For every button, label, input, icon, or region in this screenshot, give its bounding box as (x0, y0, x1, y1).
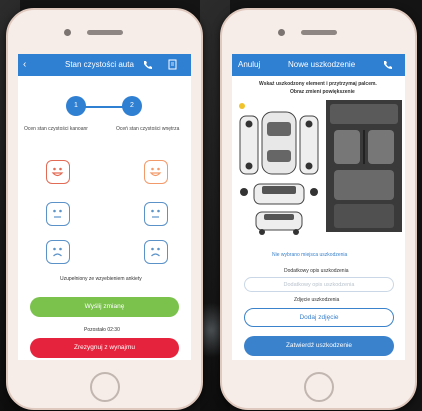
left-screen: ‹ Stan czystości auta 1 2 Ocen stan czys… (18, 54, 191, 360)
document-icon[interactable] (168, 59, 177, 73)
happy-face-exterior[interactable] (46, 160, 70, 184)
column-label-interior: Oceń stan czystości wnętrza (116, 126, 180, 132)
app-header: ‹ Stan czystości auta (18, 54, 191, 76)
right-screen: Anuluj Nowe uszkodzenie Wskaż uszkodzony… (232, 54, 405, 360)
home-button[interactable] (89, 372, 120, 402)
cancel-link[interactable]: Anuluj (238, 60, 260, 69)
cancel-rental-button[interactable]: Zrezygnuj z wynajmu (30, 338, 179, 358)
no-damage-link[interactable]: Nie wybrano miejsca uszkodzenia (272, 252, 347, 258)
send-button[interactable]: Wyślij zmianę (30, 297, 179, 317)
car-exterior-diagram[interactable] (236, 100, 324, 246)
left-phone: ‹ Stan czystości auta 1 2 Ocen stan czys… (6, 8, 203, 410)
instruction-line-1: Wskaż uszkodzony element i przytrzymaj p… (259, 81, 377, 87)
home-button[interactable] (303, 372, 334, 402)
star-marker-icon (239, 103, 245, 109)
description-input[interactable]: Dodatkowy opis uszkodzenia (244, 277, 394, 292)
right-phone: Anuluj Nowe uszkodzenie Wskaż uszkodzony… (220, 8, 417, 410)
page-title: Nowe uszkodzenie (288, 60, 356, 69)
column-label-exterior: Ocen stan czystości kanoanr (24, 126, 88, 132)
chevron-left-icon[interactable]: ‹ (23, 60, 26, 70)
sad-face-exterior[interactable] (46, 240, 70, 264)
car-interior-diagram[interactable] (326, 100, 402, 232)
speaker-grille (300, 30, 337, 35)
photo-label: Zdjęcie uszkodzenia (294, 297, 340, 303)
happy-face-interior[interactable] (144, 160, 168, 184)
time-remaining: Pozostało 02:30 (84, 327, 120, 333)
speaker-grille (86, 30, 123, 35)
confirm-damage-button[interactable]: Zatwierdź uszkodzenie (244, 336, 394, 356)
description-label: Dodatkowy opis uszkodzenia (284, 268, 349, 274)
neutral-face-exterior[interactable] (46, 202, 70, 226)
camera-icon (278, 29, 285, 36)
sad-face-interior[interactable] (144, 240, 168, 264)
phone-icon[interactable] (142, 60, 153, 73)
status-text: Uzupełniony ze wzyebieniem ankiety (60, 276, 142, 282)
neutral-face-interior[interactable] (144, 202, 168, 226)
camera-icon (64, 29, 71, 36)
step-1[interactable]: 1 (66, 96, 86, 116)
phone-icon[interactable] (382, 60, 393, 73)
instruction-line-2: Obraz zmieni powiększenie (290, 89, 355, 95)
app-header: Anuluj Nowe uszkodzenie (232, 54, 405, 76)
page-title: Stan czystości auta (65, 60, 134, 69)
step-2[interactable]: 2 (122, 96, 142, 116)
add-photo-button[interactable]: Dodaj zdjęcie (244, 308, 394, 327)
